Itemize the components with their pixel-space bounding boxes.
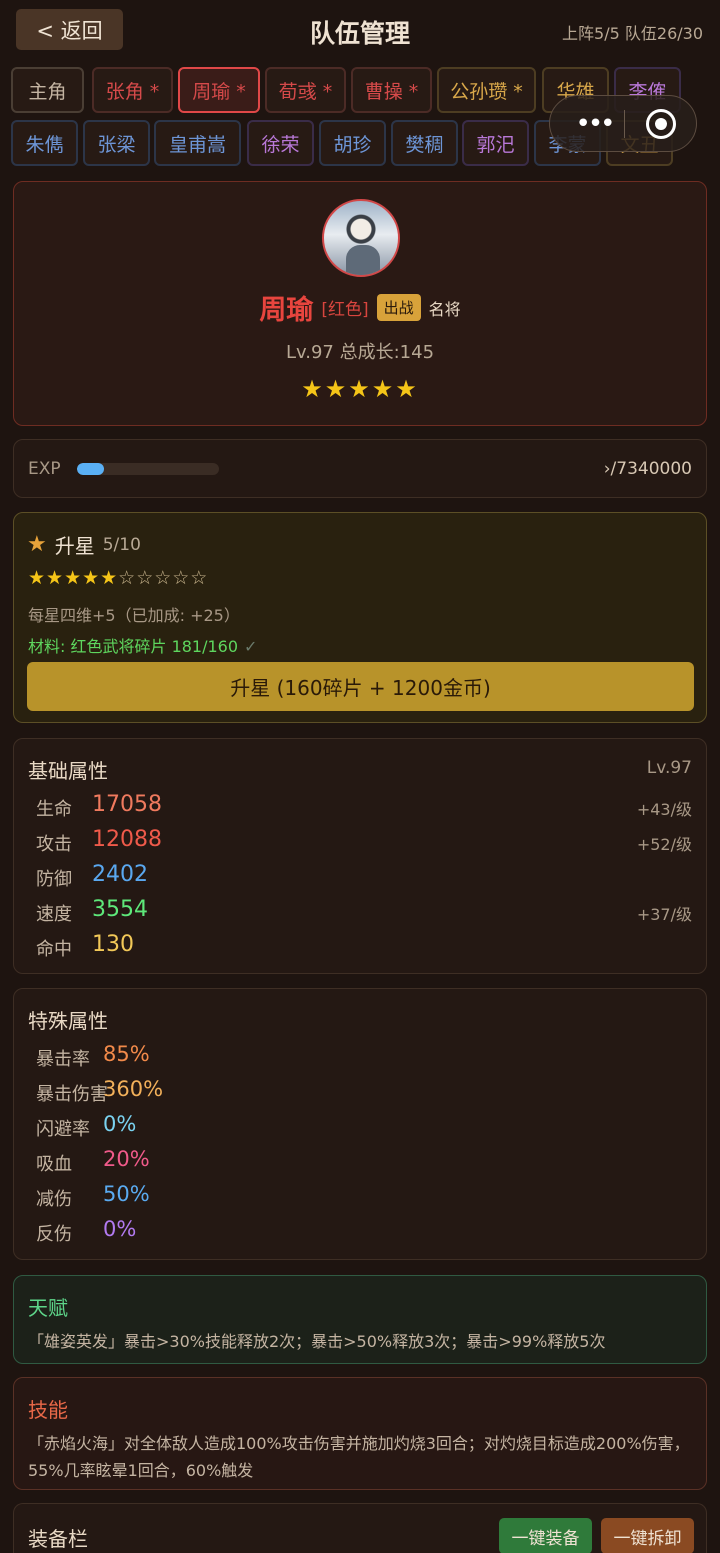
more-icon[interactable]: •••: [568, 109, 620, 139]
stat-row: 速度 3554 +37/级: [36, 897, 692, 927]
stat-label: 防御: [36, 869, 72, 890]
header: < 返回 队伍管理 上阵5/5 队伍26/30: [0, 0, 720, 62]
hero-tab[interactable]: 张角 *: [92, 67, 173, 113]
special-stats-panel: 特殊属性 暴击率 85% 暴击伤害 360% 闪避率 0% 吸血 20% 减伤 50% 反伤 0%: [13, 988, 707, 1260]
star-up-title: 升星: [54, 534, 95, 558]
hero-tab[interactable]: 皇甫嵩: [154, 120, 241, 166]
capsule-divider: [624, 110, 625, 138]
exp-bar-fill: [77, 463, 104, 475]
star-icon: ★: [27, 532, 47, 557]
stat-value: 360%: [103, 1077, 164, 1101]
hero-tab[interactable]: 公孙瓒 *: [437, 67, 536, 113]
stat-label: 减伤: [36, 1189, 72, 1210]
base-stats-level: Lv.97: [646, 758, 692, 778]
hero-tab[interactable]: 朱儁: [11, 120, 78, 166]
star-up-progress: 5/10: [102, 534, 141, 555]
equip-all-button[interactable]: 一键装备: [499, 1518, 592, 1553]
equipment-panel: 装备栏 一键装备 一键拆卸: [13, 1503, 707, 1553]
hero-avatar[interactable]: [322, 199, 400, 277]
stat-value: 2402: [92, 862, 148, 887]
hero-level: Lv.97 总成长:145: [285, 342, 435, 363]
miniprogram-capsule: •••: [549, 95, 697, 152]
stat-growth: +37/级: [636, 905, 692, 924]
star-up-panel: ★ 升星 5/10 ★★★★★☆☆☆☆☆ 每星四维+5（已加成: +25） 材料…: [13, 512, 707, 723]
hero-tag: 名将: [428, 299, 461, 319]
base-stats-title: 基础属性: [28, 759, 108, 783]
exp-panel: EXP ›/7340000: [13, 439, 707, 498]
hero-tab[interactable]: 胡珍: [319, 120, 386, 166]
special-stat-row: 暴击率 85%: [36, 1042, 692, 1072]
stat-value: 85%: [103, 1042, 150, 1066]
base-stats-panel: 基础属性 Lv.97 生命 17058 +43/级攻击 12088 +52/级防御 240…: [13, 738, 707, 974]
skill-panel: 技能 「赤焰火海」对全体敌人造成100%攻击伤害并施加灼烧3回合；对灼烧目标造成…: [13, 1377, 707, 1490]
special-stat-row: 反伤 0%: [36, 1217, 692, 1247]
star-rating: ★★★★★☆☆☆☆☆: [28, 567, 208, 589]
stat-row: 防御 2402: [36, 862, 692, 892]
hero-tab[interactable]: 张梁: [83, 120, 150, 166]
stat-value: 130: [92, 932, 134, 957]
stat-value: 3554: [92, 897, 148, 922]
star-material: 材料: 红色武将碎片 181/160 ✓: [28, 633, 257, 657]
skill-description: 「赤焰火海」对全体敌人造成100%攻击伤害并施加灼烧3回合；对灼烧目标造成200…: [28, 1434, 690, 1480]
hero-name-row: 周瑜 [红色] 出战 名将: [14, 288, 706, 327]
hero-tab[interactable]: 徐荣: [247, 120, 314, 166]
special-stat-row: 吸血 20%: [36, 1147, 692, 1177]
exp-value: ›/7340000: [603, 459, 692, 479]
stat-label: 闪避率: [36, 1119, 90, 1140]
exp-label: EXP: [28, 459, 61, 479]
hero-tab[interactable]: 曹操 *: [351, 67, 432, 113]
skill-title: 技能: [28, 1398, 68, 1422]
exp-bar: [77, 463, 219, 475]
talent-title: 天赋: [28, 1296, 68, 1320]
hero-rarity: [红色]: [321, 300, 369, 320]
stat-label: 速度: [36, 904, 72, 925]
stat-value: 20%: [103, 1147, 150, 1171]
material-text: 材料: 红色武将碎片 181/160: [28, 637, 239, 656]
stat-label: 暴击率: [36, 1049, 90, 1070]
hero-stars: ★★★★★: [301, 375, 419, 403]
special-stat-row: 减伤 50%: [36, 1182, 692, 1212]
stat-label: 吸血: [36, 1154, 72, 1175]
empty-stars: ☆☆☆☆☆: [118, 567, 209, 589]
stat-growth: +43/级: [636, 800, 692, 819]
close-icon[interactable]: [646, 109, 676, 139]
team-info: 上阵5/5 队伍26/30: [562, 24, 703, 43]
star-up-header: ★ 升星 5/10: [27, 530, 141, 559]
stat-value: 12088: [92, 827, 162, 852]
stat-label: 生命: [36, 799, 72, 820]
hero-tab[interactable]: 樊稠: [391, 120, 458, 166]
stat-row: 生命 17058 +43/级: [36, 792, 692, 822]
stat-label: 攻击: [36, 834, 72, 855]
stat-row: 命中 130: [36, 932, 692, 962]
stat-value: 0%: [103, 1112, 137, 1136]
talent-description: 「雄姿英发」暴击>30%技能释放2次；暴击>50%释放3次；暴击>99%释放5次: [28, 1332, 606, 1351]
special-stats-title: 特殊属性: [28, 1009, 108, 1033]
stat-label: 反伤: [36, 1224, 72, 1245]
unequip-all-button[interactable]: 一键拆卸: [601, 1518, 694, 1553]
special-stat-row: 暴击伤害 360%: [36, 1077, 692, 1107]
stat-value: 17058: [92, 792, 162, 817]
filled-stars: ★★★★★: [28, 567, 119, 589]
stat-growth: +52/级: [636, 835, 692, 854]
star-bonus: 每星四维+5（已加成: +25）: [28, 606, 240, 625]
hero-tab[interactable]: 荀彧 *: [265, 67, 346, 113]
special-stat-row: 闪避率 0%: [36, 1112, 692, 1142]
equipment-title: 装备栏: [28, 1527, 88, 1551]
stat-row: 攻击 12088 +52/级: [36, 827, 692, 857]
star-up-button[interactable]: 升星 (160碎片 + 1200金币): [27, 662, 694, 711]
stat-value: 50%: [103, 1182, 150, 1206]
hero-tab[interactable]: 主角: [11, 67, 84, 113]
hero-name: 周瑜: [259, 295, 314, 326]
stat-value: 0%: [103, 1217, 137, 1241]
stat-label: 暴击伤害: [36, 1084, 108, 1105]
hero-tab[interactable]: 郭汜: [462, 120, 529, 166]
stat-label: 命中: [36, 939, 72, 960]
check-icon: ✓: [244, 637, 258, 656]
hero-card: 周瑜 [红色] 出战 名将 Lv.97 总成长:145 ★★★★★: [13, 181, 707, 426]
hero-tab[interactable]: 周瑜 *: [178, 67, 260, 113]
talent-panel: 天赋 「雄姿英发」暴击>30%技能释放2次；暴击>50%释放3次；暴击>99%释…: [13, 1275, 707, 1364]
deploy-badge: 出战: [376, 294, 421, 321]
